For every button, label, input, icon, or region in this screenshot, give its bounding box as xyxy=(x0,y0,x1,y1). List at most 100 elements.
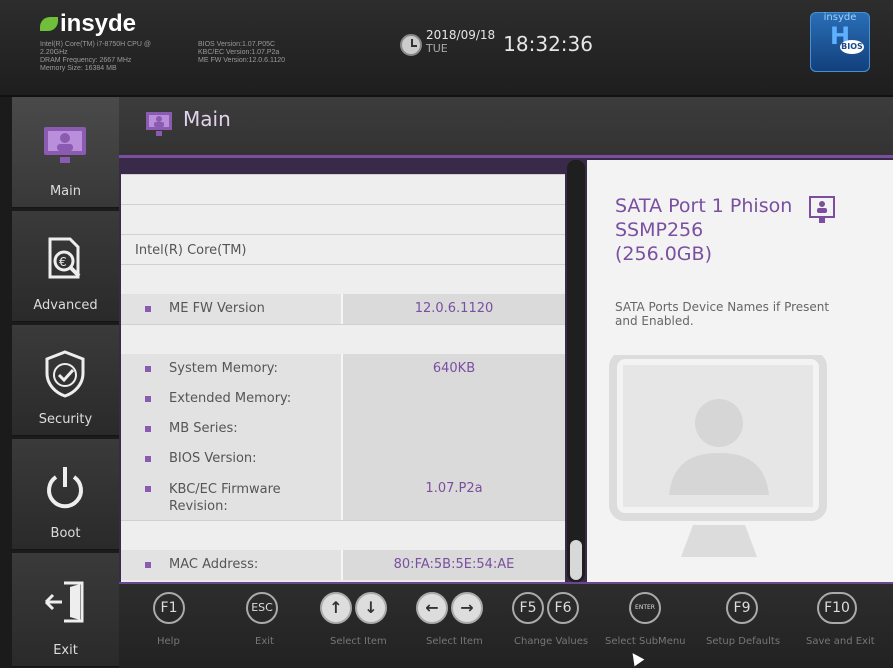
help-panel: SATA Port 1 Phison SSMP256 (256.0GB) SAT… xyxy=(587,160,893,582)
hotkey-label: Change Values xyxy=(514,636,589,647)
sidebar-item-label: Main xyxy=(49,184,82,199)
blank-row xyxy=(121,174,565,205)
bullet-icon xyxy=(145,306,151,312)
sidebar-item-exit[interactable]: Exit xyxy=(12,553,119,667)
setting-value xyxy=(343,414,565,444)
cpu-speed: 2.20GHz xyxy=(40,49,68,56)
time-text: 18:32:36 xyxy=(503,32,593,56)
setting-row-me-fw[interactable]: ME FW Version 12.0.6.1120 xyxy=(121,294,565,324)
setting-value-text: 1.07.P2a xyxy=(425,481,483,496)
date-text: 2018/09/18 xyxy=(426,28,496,42)
hotkey-label: Select Item xyxy=(426,636,483,647)
page-title-bar: Main xyxy=(119,97,893,155)
hotkey-label: Help xyxy=(157,636,180,647)
me-version-info: ME FW Version:12.0.6.1120 xyxy=(198,57,286,64)
setting-value-text: 640KB xyxy=(432,361,476,376)
sidebar-item-label: Boot xyxy=(50,526,81,541)
arrow-up-key[interactable]: ↑ xyxy=(320,592,352,624)
setting-label-cell: KBC/EC Firmware Revision: xyxy=(121,474,343,520)
power-icon xyxy=(47,467,83,509)
clock-icon xyxy=(400,34,422,56)
exit-door-icon xyxy=(44,581,84,623)
setting-row-extended-memory[interactable]: Extended Memory: xyxy=(121,384,565,414)
hotkey-label: Save and Exit xyxy=(806,636,875,647)
settings-list: Intel(R) Core(TM) ME FW Version 12.0.6.1… xyxy=(121,174,565,582)
system-info-right: BIOS Version:1.07.P05C KBC/EC Version:1.… xyxy=(198,41,285,65)
enter-key[interactable]: ENTER xyxy=(629,592,661,624)
help-title: SATA Port 1 Phison SSMP256 (256.0GB) xyxy=(615,195,793,265)
sidebar-item-label: Exit xyxy=(53,643,78,658)
setting-value-text: 80:FA:5B:5E:54:AE xyxy=(393,557,515,572)
insyde-logo: insyde xyxy=(40,10,136,38)
logo-swoosh-icon xyxy=(40,17,58,31)
sidebar-item-boot[interactable]: Boot xyxy=(12,439,119,550)
f1-key[interactable]: F1 xyxy=(153,592,185,624)
memory-info: Memory Size: 16384 MB xyxy=(40,65,117,72)
monitor-user-watermark-icon xyxy=(609,355,827,557)
system-info-left: Intel(R) Core(TM) i7-8750H CPU @ 2.20GHz… xyxy=(40,41,151,73)
hotkey-label: Select SubMenu xyxy=(605,636,686,647)
content-frame: Intel(R) Core(TM) ME FW Version 12.0.6.1… xyxy=(119,155,893,585)
document-magnifier-icon: € xyxy=(48,237,81,279)
weekday-text: TUE xyxy=(426,42,448,55)
hotkey-label: Select Item xyxy=(330,636,387,647)
setting-label: System Memory: xyxy=(169,361,278,376)
arrow-left-key[interactable]: ← xyxy=(416,592,448,624)
hotkey-label: Exit xyxy=(255,636,274,647)
sidebar-item-label: Security xyxy=(38,412,93,427)
insyde-h2o-bios-logo: insyde H BIOS xyxy=(810,12,870,72)
setting-label-cell: ME FW Version xyxy=(121,294,343,324)
setting-label: Extended Memory: xyxy=(169,391,292,406)
setting-label: BIOS Version: xyxy=(169,451,257,466)
sidebar-item-advanced[interactable]: € Advanced xyxy=(12,211,119,322)
f9-key[interactable]: F9 xyxy=(726,592,758,624)
setting-label-cell: Extended Memory: xyxy=(121,384,343,414)
setting-label: KBC/EC Firmware Revision: xyxy=(169,482,281,514)
monitor-user-icon xyxy=(146,112,172,136)
svg-text:€: € xyxy=(59,255,67,269)
bullet-icon xyxy=(145,562,151,568)
setting-label-cell: System Memory: xyxy=(121,354,343,384)
sidebar-item-security[interactable]: Security xyxy=(12,325,119,436)
badge-bios: BIOS xyxy=(840,40,864,54)
cpu-name: Intel(R) Core(TM) xyxy=(135,243,247,258)
datetime-display: 2018/09/18 TUE 18:32:36 xyxy=(400,28,593,56)
setting-value-text: 12.0.6.1120 xyxy=(414,301,494,316)
brand-name: insyde xyxy=(60,10,137,37)
arrow-right-key[interactable]: → xyxy=(451,592,483,624)
setting-row-mac-address[interactable]: MAC Address: 80:FA:5B:5E:54:AE xyxy=(121,550,565,580)
hotkey-label: Setup Defaults xyxy=(706,636,781,647)
bullet-icon xyxy=(145,426,151,432)
f6-key[interactable]: F6 xyxy=(547,592,579,624)
f5-key[interactable]: F5 xyxy=(512,592,544,624)
bullet-icon xyxy=(145,456,151,462)
blank-row xyxy=(121,324,565,355)
setting-row-kbc-ec-firmware[interactable]: KBC/EC Firmware Revision: 1.07.P2a xyxy=(121,474,565,520)
hotkey-bar: F1 Help ESC Exit ↑ ↓ Select Item ← → Sel… xyxy=(119,582,893,668)
bullet-icon xyxy=(145,396,151,402)
sidebar-item-label: Advanced xyxy=(33,298,98,313)
settings-scrollbar[interactable] xyxy=(567,160,585,582)
setting-value: 80:FA:5B:5E:54:AE xyxy=(343,550,565,580)
monitor-user-icon xyxy=(44,127,86,163)
esc-key[interactable]: ESC xyxy=(246,592,278,624)
f10-key[interactable]: F10 xyxy=(817,592,857,624)
setting-label-cell: BIOS Version: xyxy=(121,444,343,474)
dram-info: DRAM Frequency: 2667 MHz xyxy=(40,57,132,64)
setting-row-bios-version[interactable]: BIOS Version: xyxy=(121,444,565,474)
setting-label-cell: MAC Address: xyxy=(121,550,343,580)
help-description: SATA Ports Device Names if Present and E… xyxy=(615,300,830,328)
cpu-row: Intel(R) Core(TM) xyxy=(121,234,565,265)
bullet-icon xyxy=(145,486,151,492)
setting-value: 1.07.P2a xyxy=(343,474,565,520)
setting-value: 640KB xyxy=(343,354,565,384)
monitor-user-icon xyxy=(809,196,835,223)
setting-row-system-memory[interactable]: System Memory: 640KB xyxy=(121,354,565,384)
setting-row-mb-series[interactable]: MB Series: xyxy=(121,414,565,444)
sidebar-item-main[interactable]: Main xyxy=(12,97,119,208)
setting-label: MB Series: xyxy=(169,421,238,436)
bios-version-info: BIOS Version:1.07.P05C xyxy=(198,41,276,48)
header-bar: insyde Intel(R) Core(TM) i7-8750H CPU @ … xyxy=(0,0,893,97)
scrollbar-thumb[interactable] xyxy=(570,540,582,580)
arrow-down-key[interactable]: ↓ xyxy=(355,592,387,624)
